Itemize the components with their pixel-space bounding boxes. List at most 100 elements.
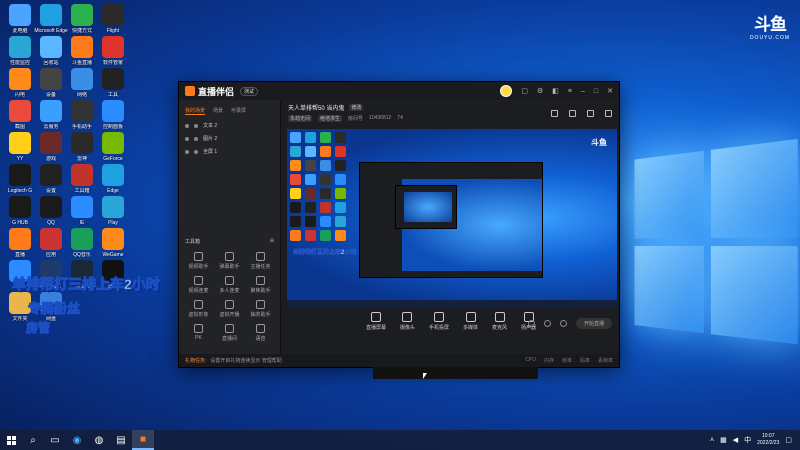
app-icon [9,132,31,154]
douyu-taskbar-icon[interactable]: ■ [132,430,154,450]
app-icon [102,36,124,58]
chat-icon[interactable] [569,110,576,117]
preview-icon [335,132,346,143]
app-icon [71,132,93,154]
tool-item[interactable]: 视频连麦 [183,276,214,294]
app-icon [9,36,31,58]
app-icon [71,164,93,186]
tool-item[interactable]: 语音 [245,324,276,342]
scene-item[interactable]: 文本 2 [179,119,280,132]
maximize-icon[interactable]: □ [594,88,598,95]
phone-cast-button[interactable]: 手机投屏 [429,312,449,342]
tool-item[interactable]: 直播间 [214,324,245,342]
beta-badge[interactable]: 测试 [240,86,259,96]
go-live-button[interactable]: 开始直播 [575,318,612,329]
record-toggle-icon[interactable] [527,320,535,327]
tool-item[interactable]: 视频助手 [183,252,214,270]
media-button[interactable]: 多媒体 [463,312,478,342]
eye-icon[interactable] [185,123,189,128]
tab-scene[interactable]: 场景 [213,107,223,115]
desktop-icon[interactable]: Play [95,196,131,226]
desktop-icon[interactable]: GeForce [95,132,131,162]
desktop-icon[interactable]: WeGame [95,228,131,258]
lock-icon[interactable] [194,149,198,154]
message-icon[interactable]: ▢ [521,87,528,95]
room-title[interactable]: 天人单排帮50 当内鬼 [288,103,344,112]
desktop-icon[interactable]: Edge [95,164,131,194]
preview-icon [335,216,346,227]
scene-item[interactable]: 全屏 1 [179,145,280,158]
skin-icon[interactable]: ◧ [552,87,559,95]
preview-icon [320,174,331,185]
preview-banner-text: 单排帮打三排上车2小时 [293,250,357,256]
screen-capture-button[interactable]: 直播屏幕 [366,312,386,342]
app-icon [9,68,31,90]
clock[interactable]: 10:07 2022/2/23 [757,433,779,447]
tool-item[interactable]: 虚拟形象 [183,300,214,318]
edge-taskbar-icon[interactable]: ◉ [66,430,88,450]
app-icon [71,100,93,122]
record-icon[interactable] [587,110,594,117]
camera-button[interactable]: 摄像头 [400,312,415,342]
stream-settings-icon[interactable] [559,320,567,327]
desktop-icon[interactable]: 工具 [95,68,131,98]
status-text[interactable]: 设置开启礼物连续显示 管理帮助 [210,357,281,364]
tool-icon [194,300,203,309]
start-button[interactable] [0,430,22,450]
steam-taskbar-icon[interactable]: ◍ [88,430,110,450]
volume-icon[interactable]: ◀ [733,436,738,444]
camera-icon [402,312,413,322]
status-alert: 礼物任务: [185,358,207,364]
minimize-icon[interactable]: – [581,88,585,95]
preview-icon [320,188,331,199]
microphone-button[interactable]: 麦克风 [492,312,507,342]
settings-icon[interactable]: ⚙ [537,87,543,95]
phone-icon [433,312,444,322]
search-icon[interactable]: ⌕ [22,430,44,450]
input-method[interactable]: 中 [744,435,751,445]
eye-icon[interactable] [185,149,189,154]
tool-item[interactable]: 主播任务 [245,252,276,270]
desktop-icon[interactable]: 软件管家 [95,36,131,66]
app-icon [102,132,124,154]
tool-item[interactable]: 多人连麦 [214,276,245,294]
app-titlebar: 直播伴侣 测试 ▢ ⚙ ◧ ≡ – □ ✕ [179,82,619,100]
gift-icon[interactable] [551,110,558,117]
network-icon[interactable]: ▦ [720,436,727,444]
lock-icon[interactable] [194,123,198,128]
menu-icon[interactable]: ≡ [568,88,572,95]
share-icon[interactable] [605,110,612,117]
edit-room-button[interactable]: 修改 [349,104,364,111]
tab-recordable[interactable]: 可录屏 [231,107,246,115]
task-view-icon[interactable]: ▭ [44,430,66,450]
stream-preview[interactable]: 斗鱼 单排帮打三排上车2小时 [287,129,617,307]
preview-icon [335,230,346,241]
tool-icon [256,276,265,285]
tool-item[interactable]: PK [183,324,214,342]
app-logo-icon [185,86,195,96]
app-logo: 直播伴侣 [185,85,234,98]
app-icon [71,68,93,90]
lock-icon[interactable] [194,136,198,141]
tab-my-scene[interactable]: 我的场景 [185,107,206,115]
app-icon [71,196,93,218]
desktop-icon[interactable]: Flight [95,4,131,34]
scene-item[interactable]: 图片 2 [179,132,280,145]
tools-grid: 视频助手 弹幕助手 主播任务视频连麦 多人连麦 聚焦助手虚拟形象 虚拟开播 抽奖助手 PK 直播… [183,252,276,342]
close-icon[interactable]: ✕ [607,87,613,95]
tool-item[interactable]: 聚焦助手 [245,276,276,294]
app-icon [102,68,124,90]
tray-chevron-icon[interactable]: ˄ [710,437,714,444]
user-avatar[interactable] [500,85,513,97]
tool-icon [256,324,265,333]
store-taskbar-icon[interactable]: ▤ [110,430,132,450]
tool-item[interactable]: 抽奖助手 [245,300,276,318]
window-shadow-bar [373,367,538,379]
tool-item[interactable]: 弹幕助手 [214,252,245,270]
timer-icon[interactable] [543,320,551,327]
tool-item[interactable]: 虚拟开播 [214,300,245,318]
notification-icon[interactable]: ▢ [785,436,792,444]
tools-more-icon[interactable]: ⊖ [270,238,274,245]
eye-icon[interactable] [185,136,189,141]
desktop-icon[interactable]: 控制面板 [95,100,131,130]
